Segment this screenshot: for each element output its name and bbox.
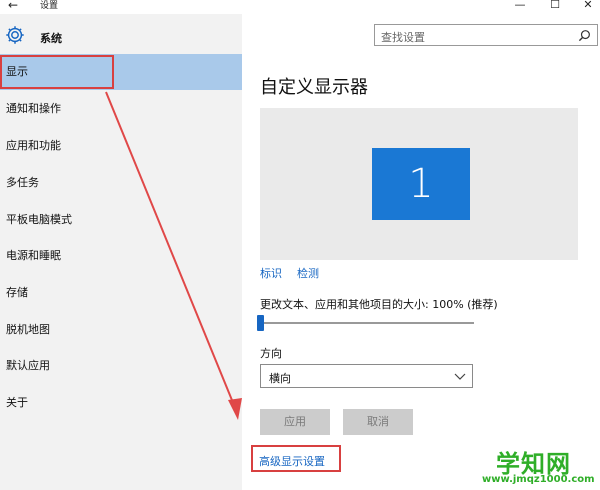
- sidebar-item-label: 应用和功能: [6, 139, 61, 152]
- advanced-display-settings-link[interactable]: 高级显示设置: [259, 453, 325, 469]
- scale-slider-track[interactable]: [262, 322, 474, 324]
- chevron-down-icon: [454, 373, 466, 380]
- sidebar-item-offline-maps[interactable]: 脱机地图: [0, 312, 242, 348]
- sidebar-header: 系统: [0, 14, 242, 54]
- sidebar-item-label: 通知和操作: [6, 102, 61, 115]
- window-title: 设置: [40, 1, 59, 11]
- sidebar-item-label: 平板电脑模式: [6, 213, 72, 226]
- sidebar-item-tablet-mode[interactable]: 平板电脑模式: [0, 202, 242, 238]
- search-input[interactable]: 查找设置: [374, 24, 598, 46]
- sidebar-item-label: 关于: [6, 396, 28, 409]
- monitor-tile[interactable]: 1: [372, 148, 470, 220]
- sidebar-item-notifications[interactable]: 通知和操作: [0, 91, 242, 127]
- sidebar-item-label: 存储: [6, 286, 28, 299]
- sidebar-item-about[interactable]: 关于: [0, 385, 242, 421]
- search-icon: [578, 30, 590, 42]
- orientation-select[interactable]: 横向: [260, 364, 473, 388]
- sidebar-item-label: 默认应用: [6, 359, 50, 372]
- sidebar-item-multitasking[interactable]: 多任务: [0, 165, 242, 201]
- search-placeholder: 查找设置: [381, 31, 425, 44]
- detect-link[interactable]: 检测: [297, 265, 319, 281]
- sidebar-item-storage[interactable]: 存储: [0, 275, 242, 311]
- watermark-url: www.jmqz1000.com: [482, 474, 595, 485]
- maximize-button[interactable]: ☐: [545, 0, 565, 12]
- annotation-highlight-display: [0, 55, 114, 89]
- identify-link[interactable]: 标识: [260, 265, 282, 281]
- apply-button[interactable]: 应用: [260, 409, 330, 435]
- watermark-logo: 学知网 www.jmqz1000.com: [476, 440, 600, 490]
- sidebar-item-default-apps[interactable]: 默认应用: [0, 348, 242, 384]
- orientation-value: 横向: [269, 372, 291, 385]
- sidebar-item-power[interactable]: 电源和睡眠: [0, 238, 242, 274]
- close-button[interactable]: ✕: [578, 0, 598, 12]
- sidebar-item-label: 多任务: [6, 176, 39, 189]
- page-title: 自定义显示器: [260, 77, 368, 98]
- sidebar-header-label: 系统: [40, 32, 62, 45]
- sidebar-item-label: 电源和睡眠: [6, 249, 61, 262]
- display-preview-area: 1: [260, 108, 578, 260]
- sidebar-item-label: 脱机地图: [6, 323, 50, 336]
- scale-label: 更改文本、应用和其他项目的大小: 100% (推荐): [260, 298, 498, 311]
- scale-slider-thumb[interactable]: [257, 315, 264, 331]
- title-bar: ← 设置 — ☐ ✕: [0, 0, 600, 14]
- minimize-button[interactable]: —: [510, 0, 530, 12]
- advanced-display-settings-highlight: 高级显示设置: [251, 445, 341, 472]
- back-button[interactable]: ←: [8, 0, 18, 12]
- sidebar-item-apps[interactable]: 应用和功能: [0, 128, 242, 164]
- gear-icon: [6, 26, 24, 44]
- orientation-label: 方向: [260, 347, 282, 360]
- cancel-button[interactable]: 取消: [343, 409, 413, 435]
